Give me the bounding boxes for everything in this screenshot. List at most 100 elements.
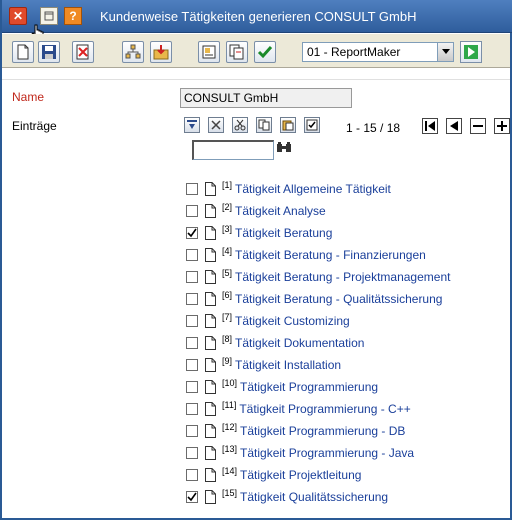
properties-icon[interactable]	[198, 41, 220, 63]
report-select-value: 01 - ReportMaker	[307, 45, 401, 59]
name-field[interactable]: CONSULT GmbH	[180, 88, 352, 108]
document-icon	[205, 204, 216, 218]
document-icon	[205, 468, 216, 482]
entry-number: [7]	[222, 312, 233, 322]
entry-number: [2]	[222, 202, 233, 212]
save-icon[interactable]	[38, 41, 60, 63]
dialog-window: ✕ ? Kundenweise Tätigkeiten generieren C…	[0, 0, 512, 520]
entry-checkbox[interactable]	[186, 227, 198, 239]
paste-icon[interactable]	[280, 117, 296, 133]
report-select[interactable]: 01 - ReportMaker	[302, 42, 454, 62]
document-icon	[205, 402, 216, 416]
entry-link[interactable]: Tätigkeit Beratung - Projektmanagement	[235, 270, 450, 284]
entry-link[interactable]: Tätigkeit Dokumentation	[235, 336, 364, 350]
delete-icon[interactable]	[72, 41, 94, 63]
previous-page-icon[interactable]	[446, 118, 462, 134]
title-bar: ✕ ? Kundenweise Tätigkeiten generieren C…	[2, 0, 512, 42]
entries-label: Einträge	[12, 119, 57, 133]
entry-checkbox[interactable]	[186, 271, 198, 283]
document-icon	[205, 490, 216, 504]
entry-link[interactable]: Tätigkeit Analyse	[235, 204, 326, 218]
entry-link[interactable]: Tätigkeit Qualitätssicherung	[240, 490, 388, 504]
close-icon[interactable]: ✕	[9, 7, 27, 25]
entry-link[interactable]: Tätigkeit Installation	[235, 358, 341, 372]
entry-checkbox[interactable]	[186, 249, 198, 261]
list-item: [6] Tätigkeit Beratung - Qualitätssicheru…	[186, 288, 450, 310]
entry-checkbox[interactable]	[186, 337, 198, 349]
copy-icon[interactable]	[226, 41, 248, 63]
search-icon[interactable]	[276, 141, 292, 157]
entry-number: [8]	[222, 334, 233, 344]
entry-number: [11]	[222, 400, 237, 410]
entry-checkbox[interactable]	[186, 183, 198, 195]
entry-link[interactable]: Tätigkeit Projektleitung	[240, 468, 361, 482]
list-item: [11] Tätigkeit Programmierung - C++	[186, 398, 450, 420]
list-item: [5] Tätigkeit Beratung - Projektmanagemen…	[186, 266, 450, 288]
entry-number: [10]	[222, 378, 238, 388]
document-icon	[205, 446, 216, 460]
entry-checkbox[interactable]	[186, 447, 198, 459]
import-icon[interactable]	[150, 41, 172, 63]
confirm-icon[interactable]	[254, 41, 276, 63]
entry-link[interactable]: Tätigkeit Beratung - Finanzierungen	[235, 248, 426, 262]
entry-checkbox[interactable]	[186, 491, 198, 503]
expand-icon[interactable]	[494, 118, 510, 134]
list-item: [4] Tätigkeit Beratung - Finanzierungen	[186, 244, 450, 266]
list-item: [10] Tätigkeit Programmierung	[186, 376, 450, 398]
toolbar: 01 - ReportMaker	[2, 34, 510, 68]
entry-link[interactable]: Tätigkeit Customizing	[235, 314, 350, 328]
divider	[2, 79, 510, 80]
chevron-down-icon[interactable]	[437, 43, 453, 61]
entry-link[interactable]: Tätigkeit Programmierung	[240, 380, 378, 394]
collapse-icon[interactable]	[470, 118, 486, 134]
window-title: Kundenweise Tätigkeiten generieren CONSU…	[100, 9, 417, 24]
list-item: [8] Tätigkeit Dokumentation	[186, 332, 450, 354]
list-item: [3] Tätigkeit Beratung	[186, 222, 450, 244]
entry-checkbox[interactable]	[186, 403, 198, 415]
entry-link[interactable]: Tätigkeit Beratung	[235, 226, 332, 240]
document-icon	[205, 358, 216, 372]
entry-link[interactable]: Tätigkeit Programmierung - Java	[240, 446, 414, 460]
remove-icon[interactable]	[208, 117, 224, 133]
entry-checkbox[interactable]	[186, 315, 198, 327]
first-page-icon[interactable]	[422, 118, 438, 134]
document-icon	[205, 270, 216, 284]
entry-link[interactable]: Tätigkeit Allgemeine Tätigkeit	[235, 182, 391, 196]
check-icon[interactable]	[304, 117, 320, 133]
list-item: [7] Tätigkeit Customizing	[186, 310, 450, 332]
document-icon	[205, 314, 216, 328]
entry-checkbox[interactable]	[186, 469, 198, 481]
list-item: [9] Tätigkeit Installation	[186, 354, 450, 376]
cut-icon[interactable]	[232, 117, 248, 133]
minimize-icon[interactable]	[40, 7, 58, 25]
entry-checkbox[interactable]	[186, 205, 198, 217]
search-input[interactable]	[192, 140, 274, 160]
entry-number: [4]	[222, 246, 233, 256]
entry-checkbox[interactable]	[186, 293, 198, 305]
document-icon	[205, 336, 216, 350]
entry-link[interactable]: Tätigkeit Beratung - Qualitätssicherung	[235, 292, 442, 306]
entries-list: [1] Tätigkeit Allgemeine Tätigkeit [2] Täti…	[186, 178, 450, 508]
list-item: [1] Tätigkeit Allgemeine Tätigkeit	[186, 178, 450, 200]
document-icon	[205, 226, 216, 240]
sort-icon[interactable]	[184, 117, 200, 133]
new-document-icon[interactable]	[12, 41, 34, 63]
help-icon[interactable]: ?	[64, 7, 82, 25]
list-item: [12] Tätigkeit Programmierung - DB	[186, 420, 450, 442]
entry-link[interactable]: Tätigkeit Programmierung - DB	[240, 424, 405, 438]
entry-number: [13]	[222, 444, 238, 454]
entry-checkbox[interactable]	[186, 359, 198, 371]
run-icon[interactable]	[460, 41, 482, 63]
entry-checkbox[interactable]	[186, 425, 198, 437]
list-item: [2] Tätigkeit Analyse	[186, 200, 450, 222]
document-icon	[205, 292, 216, 306]
list-item: [13] Tätigkeit Programmierung - Java	[186, 442, 450, 464]
entry-link[interactable]: Tätigkeit Programmierung - C++	[239, 402, 410, 416]
copy-icon[interactable]	[256, 117, 272, 133]
entry-number: [3]	[222, 224, 233, 234]
entry-number: [12]	[222, 422, 238, 432]
entry-number: [6]	[222, 290, 233, 300]
entry-checkbox[interactable]	[186, 381, 198, 393]
entry-number: [9]	[222, 356, 233, 366]
tree-icon[interactable]	[122, 41, 144, 63]
